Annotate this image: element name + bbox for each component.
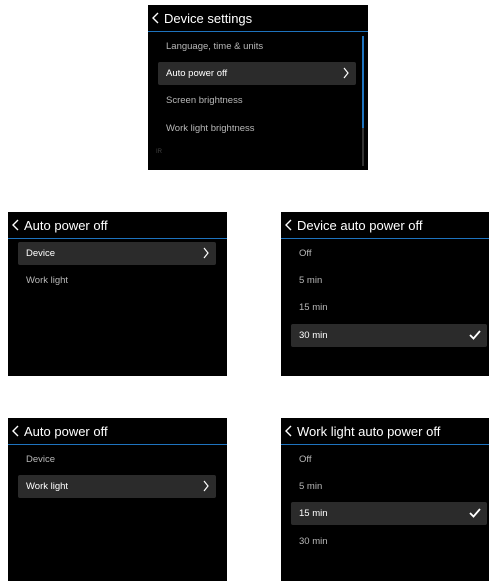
chevron-left-icon — [285, 425, 292, 437]
screen-header: Device settings — [148, 5, 368, 32]
back-button[interactable] — [11, 423, 22, 439]
menu-item-auto-power-off[interactable]: Auto power off — [158, 62, 356, 85]
option-label: 15 min — [299, 508, 328, 519]
screen-title: Auto power off — [24, 217, 108, 233]
menu-item-label: Work light brightness — [166, 123, 255, 134]
option-label: 15 min — [299, 302, 328, 313]
chevron-right-icon — [203, 480, 209, 492]
chevron-left-icon — [152, 12, 159, 24]
menu-item-label: Language, time & units — [166, 41, 264, 52]
menu-item-work-light[interactable]: Work light — [18, 475, 216, 498]
chevron-right-icon — [343, 67, 349, 79]
chevron-right-icon — [203, 247, 209, 259]
option-15-min[interactable]: 15 min — [291, 502, 487, 525]
menu-item-label: Work light — [26, 481, 69, 492]
chevron-left-icon — [12, 219, 19, 231]
screen-header: Device auto power off — [281, 212, 489, 239]
menu-item-screen-brightness[interactable]: Screen brightness — [158, 89, 356, 112]
menu-item-label: Screen brightness — [166, 95, 243, 106]
checkmark-icon — [469, 508, 481, 518]
menu-item-work-light[interactable]: Work light — [18, 269, 216, 292]
menu-item-label: Work light — [26, 275, 69, 286]
auto-power-off-screen: Auto power off Device Work light — [8, 212, 227, 376]
option-label: 30 min — [299, 330, 328, 341]
menu-item-label: Auto power off — [166, 68, 228, 79]
back-button[interactable] — [284, 217, 295, 233]
option-15-min[interactable]: 15 min — [291, 296, 487, 319]
option-label: Off — [299, 248, 312, 259]
screen-header: Auto power off — [8, 212, 227, 239]
device-auto-power-off-screen: Device auto power off Off 5 min 15 min 3… — [281, 212, 489, 376]
screen-title: Work light auto power off — [297, 423, 441, 439]
menu-item-label: Device — [26, 454, 56, 465]
back-button[interactable] — [11, 217, 22, 233]
work-light-auto-power-off-screen: Work light auto power off Off 5 min 15 m… — [281, 418, 489, 581]
chevron-left-icon — [285, 219, 292, 231]
auto-power-off-screen: Auto power off Device Work light — [8, 418, 227, 581]
menu-item-language[interactable]: Language, time & units — [158, 35, 356, 58]
screen-title: Auto power off — [24, 423, 108, 439]
option-5-min[interactable]: 5 min — [291, 269, 487, 292]
menu-item-work-light-brightness[interactable]: Work light brightness — [158, 117, 356, 140]
option-label: 5 min — [299, 481, 323, 492]
menu-item-device[interactable]: Device — [18, 448, 216, 471]
checkmark-icon — [469, 330, 481, 340]
device-settings-screen: Device settings Language, time & units A… — [148, 5, 368, 170]
back-button[interactable] — [151, 10, 162, 26]
partial-menu-item: IR — [156, 149, 162, 155]
option-30-min[interactable]: 30 min — [291, 530, 487, 553]
scrollbar-thumb[interactable] — [362, 36, 364, 128]
menu-item-label: Device — [26, 248, 56, 259]
option-30-min[interactable]: 30 min — [291, 324, 487, 347]
option-off[interactable]: Off — [291, 448, 487, 471]
screen-title: Device settings — [164, 10, 253, 26]
screen-header: Auto power off — [8, 418, 227, 445]
chevron-left-icon — [12, 425, 19, 437]
option-label: 5 min — [299, 275, 323, 286]
option-label: Off — [299, 454, 312, 465]
option-off[interactable]: Off — [291, 242, 487, 265]
screen-header: Work light auto power off — [281, 418, 489, 445]
screen-title: Device auto power off — [297, 217, 423, 233]
back-button[interactable] — [284, 423, 295, 439]
menu-item-device[interactable]: Device — [18, 242, 216, 265]
option-label: 30 min — [299, 536, 328, 547]
option-5-min[interactable]: 5 min — [291, 475, 487, 498]
